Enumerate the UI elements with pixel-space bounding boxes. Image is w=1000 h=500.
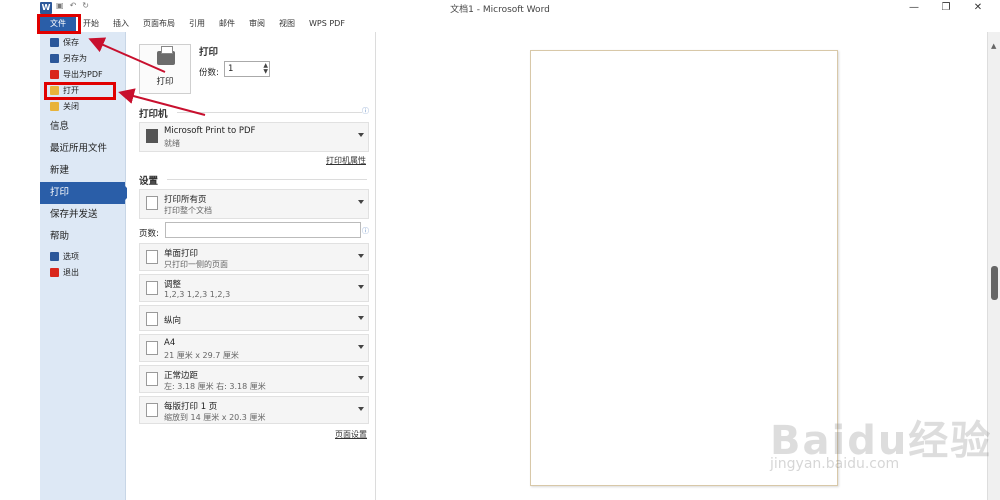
arrow-to-open-item: [118, 88, 206, 116]
word-print-backstage: W ▣ ↶ ↻ 文档1 - Microsoft Word — ❐ ✕ 文件 开始…: [0, 0, 1000, 500]
arrow-to-file-tab: [88, 37, 166, 73]
baidu-watermark-url: jingyan.baidu.com: [770, 456, 900, 472]
